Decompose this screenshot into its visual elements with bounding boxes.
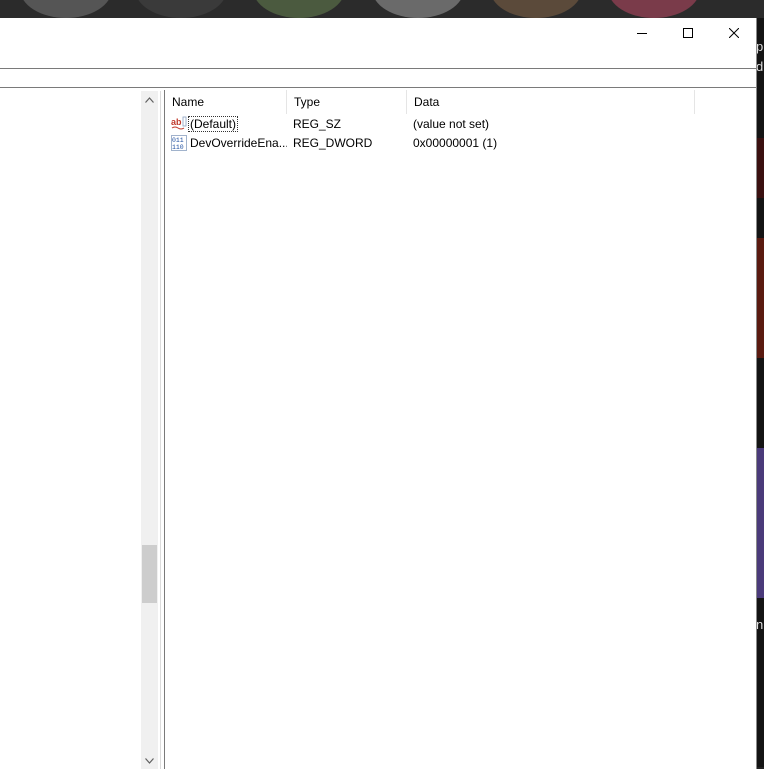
background-image: [756, 238, 764, 358]
registry-editor-window: Name Type Data ab (Default) REG_SZ (valu…: [0, 18, 757, 769]
value-name-cell: 011 110 DevOverrideEna...: [171, 134, 287, 151]
background-avatar: [372, 0, 464, 18]
value-data: 0x00000001 (1): [413, 135, 498, 150]
scroll-up-button[interactable]: [141, 91, 158, 108]
value-type: REG_DWORD: [293, 135, 373, 150]
svg-text:110: 110: [172, 144, 184, 151]
list-item[interactable]: ab (Default) REG_SZ (value not set): [165, 114, 757, 133]
chevron-down-icon: [145, 757, 154, 764]
minimize-button[interactable]: [619, 18, 665, 48]
minimize-icon: [637, 33, 647, 34]
close-button[interactable]: [711, 18, 757, 48]
list-header: Name Type Data: [165, 90, 757, 114]
column-header-type[interactable]: Type: [287, 90, 407, 114]
background-text: n: [756, 617, 764, 632]
binary-value-icon: 011 110: [171, 134, 187, 151]
column-header-data[interactable]: Data: [407, 90, 695, 114]
values-list-pane[interactable]: Name Type Data ab (Default) REG_SZ (valu…: [164, 90, 756, 769]
background-text: d: [756, 59, 764, 74]
background-avatar: [135, 0, 227, 18]
title-bar[interactable]: [0, 18, 756, 48]
value-type: REG_SZ: [293, 116, 342, 131]
key-tree-pane[interactable]: [0, 91, 160, 769]
background-avatar: [253, 0, 345, 18]
scroll-thumb[interactable]: [142, 545, 157, 603]
column-header-name[interactable]: Name: [165, 90, 287, 114]
close-icon: [729, 28, 739, 38]
background-text: p: [756, 39, 764, 54]
chevron-up-icon: [145, 96, 154, 103]
maximize-icon: [683, 28, 693, 38]
tree-vertical-scrollbar[interactable]: [141, 91, 158, 769]
maximize-button[interactable]: [665, 18, 711, 48]
value-name: DevOverrideEna...: [190, 135, 287, 150]
list-item[interactable]: 011 110 DevOverrideEna... REG_DWORD 0x00…: [165, 133, 757, 152]
values-list: ab (Default) REG_SZ (value not set) 011 …: [165, 114, 757, 152]
value-name: (Default): [187, 115, 239, 132]
string-value-icon: ab: [171, 116, 187, 129]
value-data: (value not set): [413, 116, 490, 131]
svg-text:011: 011: [172, 137, 184, 144]
background-avatar: [20, 0, 112, 18]
column-header-filler: [695, 90, 757, 114]
desktop-background-edge: p d n: [756, 18, 764, 769]
background-avatar: [490, 0, 582, 18]
address-bar[interactable]: [0, 68, 756, 88]
svg-text:ab: ab: [171, 117, 182, 127]
background-image: [756, 448, 764, 598]
desktop-background-strip: [0, 0, 764, 18]
scroll-down-button[interactable]: [141, 752, 158, 769]
background-avatar: [608, 0, 700, 18]
background-image: [756, 138, 764, 198]
value-name-cell: ab (Default): [171, 115, 287, 132]
